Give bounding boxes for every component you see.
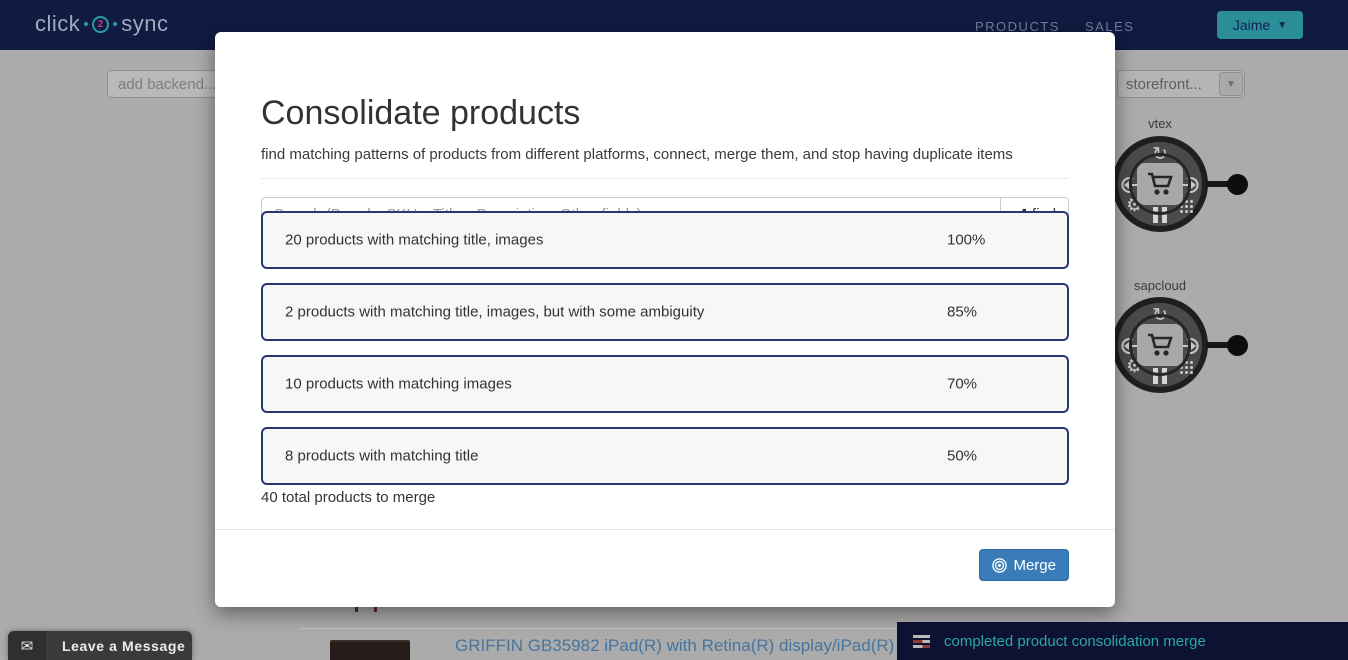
match-confidence: 85% bbox=[947, 304, 977, 321]
backend-node-vtex[interactable]: ↻ ⚙ bbox=[1112, 136, 1208, 232]
match-group-label: 2 products with matching title, images, … bbox=[285, 304, 704, 321]
chevron-down-icon[interactable]: ▼ bbox=[1219, 72, 1243, 96]
match-group-label: 10 products with matching images bbox=[285, 376, 512, 393]
match-confidence: 50% bbox=[947, 448, 977, 465]
storefront-select[interactable]: storefront... ▼ bbox=[1117, 70, 1245, 98]
chat-tab-label: Leave a Message bbox=[62, 638, 185, 654]
connector-endpoint-sapcloud[interactable] bbox=[1227, 335, 1248, 356]
merge-button-label: Merge bbox=[1013, 557, 1056, 574]
match-group-label: 20 products with matching title, images bbox=[285, 232, 543, 249]
total-products-label: 40 total products to merge bbox=[261, 489, 435, 506]
backend-node-sapcloud[interactable]: ↻ ⚙ bbox=[1112, 297, 1208, 393]
product-thumbnail bbox=[330, 640, 410, 660]
user-menu-button[interactable]: Jaime ▼ bbox=[1217, 11, 1303, 39]
caret-down-icon: ▼ bbox=[1277, 20, 1287, 31]
modal-subtitle: find matching patterns of products from … bbox=[261, 146, 1069, 163]
logo-word-2: sync bbox=[121, 11, 168, 37]
modal-header-divider bbox=[261, 178, 1069, 179]
logo-dot-icon bbox=[113, 22, 117, 26]
cart-icon[interactable] bbox=[1137, 163, 1183, 205]
match-group-row[interactable]: 2 products with matching title, images, … bbox=[261, 283, 1069, 341]
consolidate-products-modal: Consolidate products find matching patte… bbox=[215, 32, 1115, 607]
connector-endpoint-vtex[interactable] bbox=[1227, 174, 1248, 195]
node-label-sapcloud: sapcloud bbox=[1112, 278, 1208, 293]
bullseye-icon bbox=[992, 558, 1007, 573]
user-name: Jaime bbox=[1233, 17, 1270, 33]
match-group-row[interactable]: 8 products with matching title 50% bbox=[261, 427, 1069, 485]
app-logo[interactable]: click 2 sync bbox=[35, 11, 169, 37]
logo-dot-icon bbox=[84, 22, 88, 26]
toast-message: completed product consolidation merge bbox=[944, 633, 1206, 650]
envelope-icon: ✉ bbox=[8, 631, 46, 660]
modal-footer-divider bbox=[215, 529, 1115, 530]
logo-word-1: click bbox=[35, 11, 80, 37]
match-group-label: 8 products with matching title bbox=[285, 448, 478, 465]
node-label-vtex: vtex bbox=[1112, 116, 1208, 131]
notification-toast[interactable]: completed product consolidation merge bbox=[897, 622, 1348, 660]
storefront-select-value: storefront... bbox=[1118, 76, 1219, 93]
merge-list-icon bbox=[913, 635, 930, 648]
product-link[interactable]: GRIFFIN GB35982 iPad(R) with Retina(R) d… bbox=[455, 636, 942, 656]
match-confidence: 70% bbox=[947, 376, 977, 393]
match-confidence: 100% bbox=[947, 232, 985, 249]
cart-icon[interactable] bbox=[1137, 324, 1183, 366]
merge-button[interactable]: Merge bbox=[979, 549, 1069, 581]
chat-widget-tab[interactable]: ✉ Leave a Message bbox=[8, 631, 192, 660]
match-group-row[interactable]: 10 products with matching images 70% bbox=[261, 355, 1069, 413]
match-group-row[interactable]: 20 products with matching title, images … bbox=[261, 211, 1069, 269]
logo-2-badge-icon: 2 bbox=[92, 16, 109, 33]
modal-title: Consolidate products bbox=[261, 94, 1069, 133]
